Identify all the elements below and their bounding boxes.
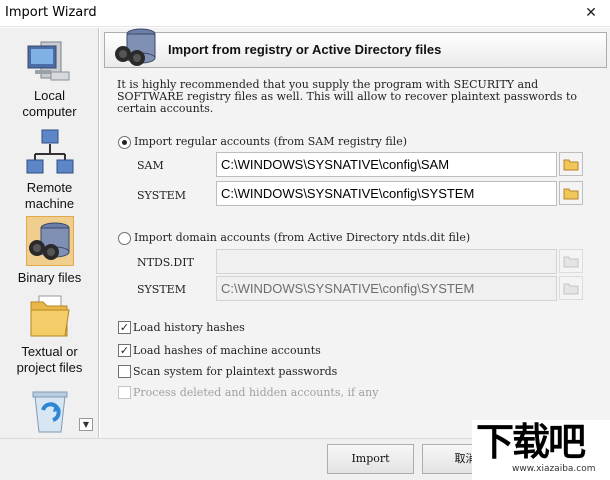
- ntds-browse-button[interactable]: [559, 249, 583, 273]
- computer-icon: [27, 41, 69, 81]
- sidebar-item-label: computer: [22, 104, 77, 119]
- radio-import-regular-accounts[interactable]: [118, 136, 131, 149]
- system-path-field[interactable]: C:\WINDOWS\SYSNATIVE\config\SYSTEM: [216, 181, 557, 206]
- intro-text: It is highly recommended that you supply…: [117, 78, 577, 115]
- sidebar-item-label: Remote: [26, 180, 73, 195]
- close-button[interactable]: ✕: [576, 2, 606, 24]
- sidebar-item-remote-machine[interactable]: Remote machine: [0, 128, 99, 212]
- page-title: Import from registry or Active Directory…: [168, 42, 442, 57]
- ntds-path-field[interactable]: [216, 249, 557, 274]
- sidebar-item-label: Textual or: [21, 344, 78, 359]
- sam-path-field[interactable]: C:\WINDOWS\SYSNATIVE\config\SAM: [216, 152, 557, 177]
- checkbox-scan-plaintext[interactable]: [118, 365, 131, 378]
- radio-label: Import regular accounts (from SAM regist…: [134, 135, 408, 148]
- sidebar: Local computer Remote machine Binary fil…: [0, 28, 99, 438]
- folder-open-icon: [563, 256, 579, 268]
- sidebar-scroll-down-button[interactable]: ▼: [79, 418, 93, 431]
- watermark-logo: 下载吧: [476, 420, 586, 464]
- folder-icon: [30, 295, 70, 337]
- folder-open-icon: [563, 283, 579, 295]
- radio-label: Import domain accounts (from Active Dire…: [134, 231, 471, 244]
- checkbox-label: Process deleted and hidden accounts, if …: [133, 386, 379, 399]
- sidebar-item-textual-files[interactable]: Textual or project files: [0, 292, 99, 376]
- sam-browse-button[interactable]: [559, 152, 583, 176]
- ad-system-field-label: SYSTEM: [137, 283, 186, 296]
- sidebar-item-local-computer[interactable]: Local computer: [0, 36, 99, 120]
- sidebar-item-binary-files[interactable]: Binary files: [0, 218, 99, 286]
- checkbox-process-deleted[interactable]: [118, 386, 131, 399]
- network-icon: [26, 129, 73, 174]
- recycle-bin-icon: [32, 391, 67, 433]
- database-icon: [28, 222, 69, 260]
- sam-field-label: SAM: [137, 159, 164, 172]
- sidebar-item-label: machine: [24, 196, 75, 211]
- ad-system-path-field[interactable]: C:\WINDOWS\SYSNATIVE\config\SYSTEM: [216, 276, 557, 301]
- system-field-label: SYSTEM: [137, 189, 186, 202]
- sidebar-item-label: Local: [33, 88, 66, 103]
- sidebar-item-label: project files: [16, 360, 83, 375]
- system-browse-button[interactable]: [559, 181, 583, 205]
- checkbox-label: Load hashes of machine accounts: [133, 344, 321, 357]
- ad-system-browse-button[interactable]: [559, 276, 583, 300]
- folder-open-icon: [563, 159, 579, 171]
- folder-open-icon: [563, 188, 579, 200]
- window-title: Import Wizard: [5, 5, 97, 20]
- radio-import-domain-accounts[interactable]: [118, 232, 131, 245]
- sidebar-item-label: Binary files: [17, 270, 82, 285]
- database-icon: [115, 28, 156, 66]
- ntds-field-label: NTDS.DIT: [137, 256, 194, 269]
- checkbox-load-machine-hashes[interactable]: ✓: [118, 344, 131, 357]
- watermark-url: www.xiazaiba.com: [512, 464, 596, 474]
- import-button[interactable]: Import: [327, 444, 414, 474]
- watermark: 下载吧 www.xiazaiba.com: [472, 420, 610, 480]
- checkbox-label: Scan system for plaintext passwords: [133, 365, 338, 378]
- checkbox-load-history-hashes[interactable]: ✓: [118, 321, 131, 334]
- checkbox-label: Load history hashes: [133, 321, 245, 334]
